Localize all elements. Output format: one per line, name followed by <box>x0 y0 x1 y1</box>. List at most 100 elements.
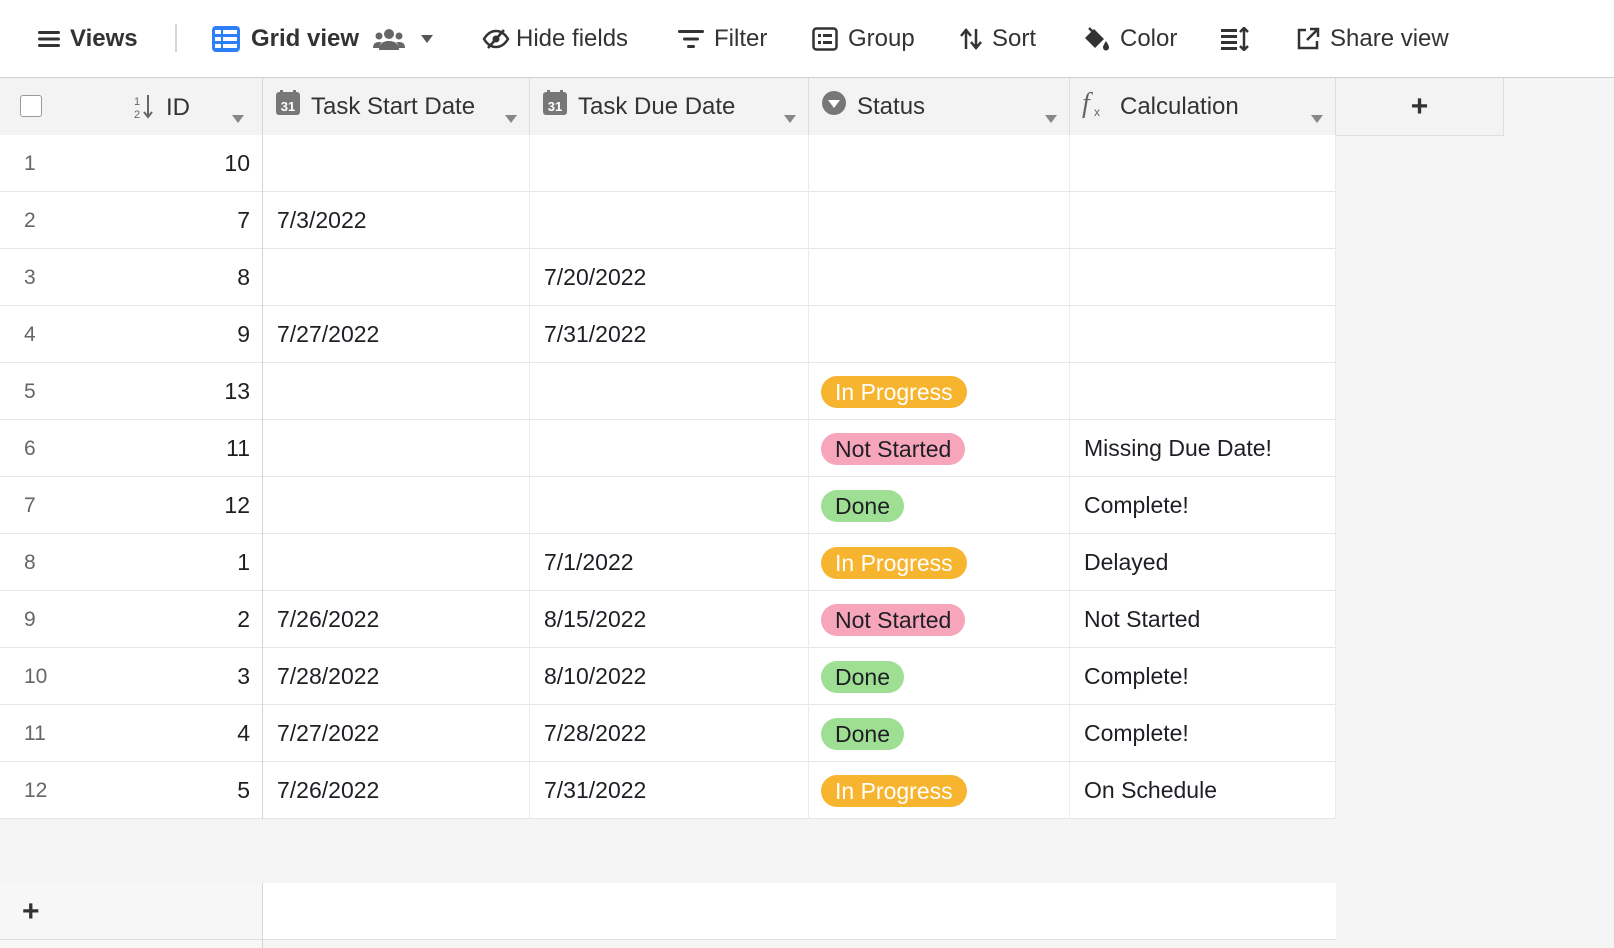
table-row[interactable]: 1 10 <box>0 135 1336 192</box>
table-row[interactable]: 9 2 7/26/2022 8/15/2022 Not Started Not Start… <box>0 591 1336 648</box>
cell-calc[interactable]: Not Started <box>1070 591 1336 648</box>
cell-id[interactable]: 4 <box>130 705 263 762</box>
cell-id[interactable]: 9 <box>130 306 263 363</box>
group-button[interactable]: Group <box>812 0 915 77</box>
cell-calc[interactable]: Delayed <box>1070 534 1336 591</box>
cell-due[interactable] <box>530 192 809 249</box>
cell-due[interactable]: 7/20/2022 <box>530 249 809 306</box>
header-task-start-date[interactable]: 31 Task Start Date <box>263 78 530 135</box>
cell-due[interactable] <box>530 477 809 534</box>
cell-calc[interactable]: Missing Due Date! <box>1070 420 1336 477</box>
status-badge: Done <box>821 660 904 693</box>
cell-status[interactable]: Not Started <box>809 420 1070 477</box>
cell-id[interactable]: 11 <box>130 420 263 477</box>
cell-status[interactable] <box>809 249 1070 306</box>
chevron-down-icon[interactable] <box>505 102 517 130</box>
cell-status[interactable]: Done <box>809 648 1070 705</box>
header-id-label[interactable]: ID <box>166 94 190 122</box>
cell-calc[interactable] <box>1070 306 1336 363</box>
sort-button[interactable]: Sort <box>960 0 1036 77</box>
table-row[interactable]: 5 13 In Progress <box>0 363 1336 420</box>
hide-fields-button[interactable]: Hide fields <box>482 0 628 77</box>
cell-start[interactable]: 7/26/2022 <box>263 591 530 648</box>
cell-calc[interactable]: Complete! <box>1070 648 1336 705</box>
cell-id[interactable]: 3 <box>130 648 263 705</box>
table-row[interactable]: 2 7 7/3/2022 <box>0 192 1336 249</box>
table-row[interactable]: 4 9 7/27/2022 7/31/2022 <box>0 306 1336 363</box>
cell-calc-text: Missing Due Date! <box>1084 435 1272 461</box>
cell-start[interactable] <box>263 477 530 534</box>
cell-status[interactable] <box>809 306 1070 363</box>
cell-calc[interactable] <box>1070 192 1336 249</box>
row-height-button[interactable] <box>1221 0 1249 77</box>
views-button[interactable]: Views <box>38 0 138 77</box>
add-field-button[interactable]: + <box>1336 78 1504 135</box>
chevron-down-icon[interactable] <box>1311 102 1323 130</box>
cell-start[interactable]: 7/3/2022 <box>263 192 530 249</box>
cell-calc[interactable] <box>1070 249 1336 306</box>
add-record-row[interactable]: + <box>0 883 1336 940</box>
cell-id[interactable]: 8 <box>130 249 263 306</box>
table-row[interactable]: 10 3 7/28/2022 8/10/2022 Done Complete! <box>0 648 1336 705</box>
cell-status[interactable]: Not Started <box>809 591 1070 648</box>
table-row[interactable]: 12 5 7/26/2022 7/31/2022 In Progress On Sched… <box>0 762 1336 819</box>
cell-id[interactable]: 13 <box>130 363 263 420</box>
cell-id[interactable]: 2 <box>130 591 263 648</box>
cell-status[interactable] <box>809 135 1070 192</box>
header-status[interactable]: Status <box>809 78 1070 135</box>
select-all-checkbox[interactable] <box>20 95 42 117</box>
header-task-due-date[interactable]: 31 Task Due Date <box>530 78 809 135</box>
cell-num-text: 1 <box>24 151 36 175</box>
cell-status[interactable]: In Progress <box>809 534 1070 591</box>
table-row[interactable]: 8 1 7/1/2022 In Progress Delayed <box>0 534 1336 591</box>
cell-start[interactable] <box>263 363 530 420</box>
cell-due[interactable]: 7/31/2022 <box>530 306 809 363</box>
cell-status[interactable]: Done <box>809 705 1070 762</box>
cell-start[interactable]: 7/27/2022 <box>263 705 530 762</box>
cell-id[interactable]: 5 <box>130 762 263 819</box>
cell-due[interactable]: 8/15/2022 <box>530 591 809 648</box>
cell-due[interactable] <box>530 363 809 420</box>
table-row[interactable]: 11 4 7/27/2022 7/28/2022 Done Complete! <box>0 705 1336 762</box>
add-record-plus-icon[interactable]: + <box>22 895 40 929</box>
cell-due[interactable]: 7/31/2022 <box>530 762 809 819</box>
cell-status[interactable]: In Progress <box>809 363 1070 420</box>
cell-status[interactable] <box>809 192 1070 249</box>
cell-due[interactable] <box>530 135 809 192</box>
cell-start[interactable]: 7/26/2022 <box>263 762 530 819</box>
cell-start[interactable] <box>263 420 530 477</box>
table-row[interactable]: 3 8 7/20/2022 <box>0 249 1336 306</box>
cell-calc[interactable] <box>1070 135 1336 192</box>
table-row[interactable]: 7 12 Done Complete! <box>0 477 1336 534</box>
chevron-down-icon[interactable] <box>232 102 244 130</box>
cell-start[interactable] <box>263 534 530 591</box>
cell-status[interactable]: In Progress <box>809 762 1070 819</box>
chevron-down-icon[interactable] <box>784 102 796 130</box>
cell-due[interactable]: 7/1/2022 <box>530 534 809 591</box>
cell-due[interactable] <box>530 420 809 477</box>
cell-start[interactable] <box>263 249 530 306</box>
cell-calc[interactable]: Complete! <box>1070 705 1336 762</box>
cell-id[interactable]: 10 <box>130 135 263 192</box>
share-view-button[interactable]: Share view <box>1296 0 1449 77</box>
cell-status[interactable]: Done <box>809 477 1070 534</box>
cell-start-text: 7/27/2022 <box>277 321 380 347</box>
cell-id[interactable]: 1 <box>130 534 263 591</box>
cell-start[interactable] <box>263 135 530 192</box>
cell-calc[interactable]: On Schedule <box>1070 762 1336 819</box>
filter-button[interactable]: Filter <box>678 0 767 77</box>
cell-id[interactable]: 7 <box>130 192 263 249</box>
cell-due[interactable]: 8/10/2022 <box>530 648 809 705</box>
color-button[interactable]: Color <box>1082 0 1177 77</box>
chevron-down-icon[interactable] <box>1045 102 1057 130</box>
table-row[interactable]: 6 11 Not Started Missing Due Date! <box>0 420 1336 477</box>
single-select-icon <box>821 90 847 123</box>
cell-start[interactable]: 7/28/2022 <box>263 648 530 705</box>
cell-start[interactable]: 7/27/2022 <box>263 306 530 363</box>
header-calculation[interactable]: fx Calculation <box>1070 78 1336 135</box>
grid-view-switcher[interactable]: Grid view <box>211 0 434 77</box>
cell-calc[interactable]: Complete! <box>1070 477 1336 534</box>
cell-due[interactable]: 7/28/2022 <box>530 705 809 762</box>
cell-id[interactable]: 12 <box>130 477 263 534</box>
cell-calc[interactable] <box>1070 363 1336 420</box>
